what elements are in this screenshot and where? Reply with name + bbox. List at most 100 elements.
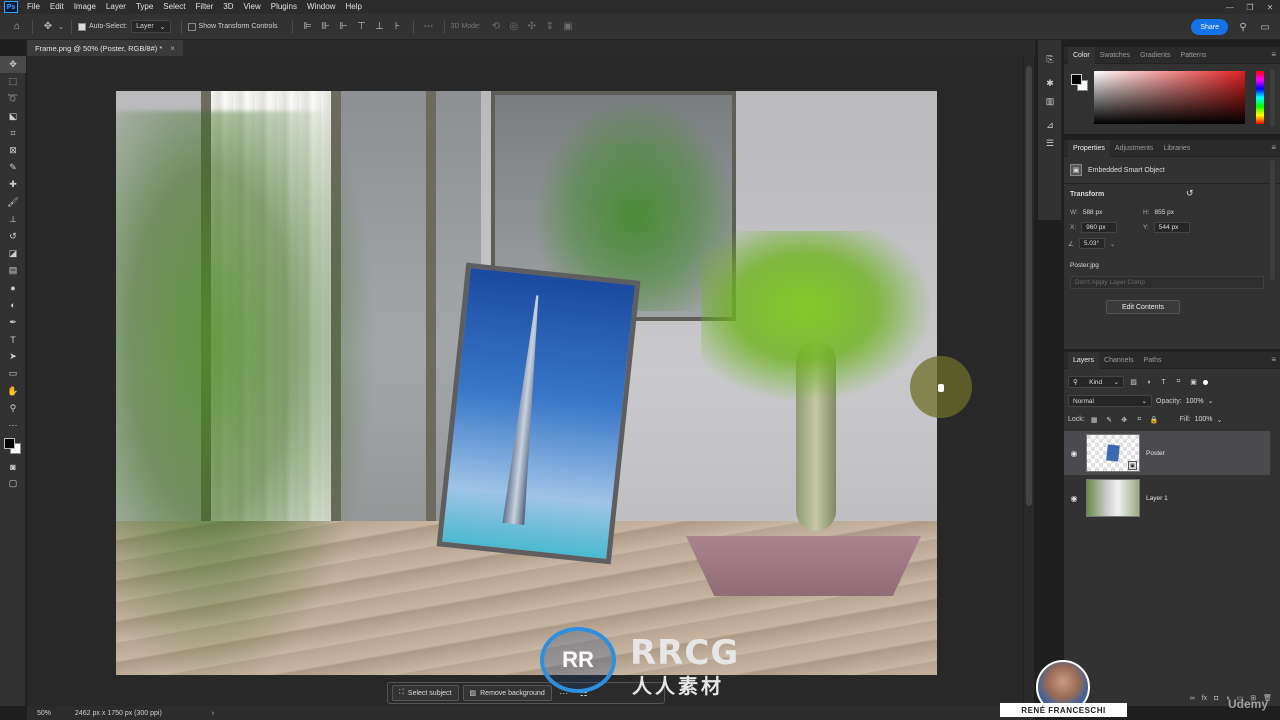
panel-menu-icon[interactable]: ≡ bbox=[1271, 355, 1276, 364]
search-icon[interactable]: ⚲ bbox=[1234, 18, 1252, 36]
screen-mode-icon[interactable]: ▢ bbox=[0, 475, 26, 492]
document-tab[interactable]: Frame.png @ 50% (Poster, RGB/8#) * × bbox=[27, 40, 183, 56]
layer-style-icon[interactable]: fx bbox=[1202, 695, 1207, 702]
panel-scrollbar[interactable] bbox=[1270, 69, 1275, 127]
layer-thumbnail[interactable] bbox=[1086, 479, 1140, 517]
zoom-tool-icon[interactable]: ⚲ bbox=[0, 400, 26, 417]
tab-paths[interactable]: Paths bbox=[1139, 352, 1167, 369]
filter-shape-icon[interactable]: ⌗ bbox=[1173, 377, 1184, 388]
gradient-tool-icon[interactable]: ▤ bbox=[0, 262, 26, 279]
frame-tool-icon[interactable]: ⊠ bbox=[0, 142, 26, 159]
lock-artboard-icon[interactable]: ⌗ bbox=[1134, 414, 1145, 425]
canvas-vertical-scrollbar[interactable] bbox=[1024, 56, 1034, 706]
object-selection-tool-icon[interactable]: ⬕ bbox=[0, 108, 26, 125]
panel-menu-icon[interactable]: ≡ bbox=[1271, 143, 1276, 152]
menu-file[interactable]: File bbox=[22, 0, 45, 14]
filter-adjustment-icon[interactable]: ◑ bbox=[1143, 377, 1154, 388]
reset-transform-icon[interactable]: ↺ bbox=[1186, 188, 1194, 199]
menu-filter[interactable]: Filter bbox=[191, 0, 219, 14]
menu-3d[interactable]: 3D bbox=[218, 0, 238, 14]
edit-contents-button[interactable]: Edit Contents bbox=[1106, 300, 1180, 314]
tab-layers[interactable]: Layers bbox=[1068, 351, 1100, 369]
menu-window[interactable]: Window bbox=[302, 0, 340, 14]
panel-scrollbar[interactable] bbox=[1270, 160, 1275, 280]
workspace-icon[interactable]: ▭ bbox=[1256, 18, 1274, 36]
panel-menu-icon[interactable]: ≡ bbox=[1271, 50, 1276, 59]
hue-slider[interactable] bbox=[1256, 71, 1264, 124]
document-canvas-image[interactable] bbox=[116, 91, 937, 675]
type-tool-icon[interactable]: T bbox=[0, 331, 26, 348]
healing-brush-tool-icon[interactable]: ✚ bbox=[0, 176, 26, 193]
eraser-tool-icon[interactable]: ◪ bbox=[0, 245, 26, 262]
maximize-icon[interactable]: ❐ bbox=[1240, 0, 1260, 14]
move-tool-preset-icon[interactable]: ✥ bbox=[39, 18, 57, 36]
layer-row-poster[interactable]: ◉ ▣ Poster bbox=[1064, 431, 1270, 475]
width-value[interactable]: 588 px bbox=[1083, 209, 1103, 216]
brush-settings-icon[interactable]: ✱ bbox=[1038, 74, 1062, 92]
hand-tool-icon[interactable]: ✋ bbox=[0, 383, 26, 400]
filter-toggle-icon[interactable] bbox=[1203, 379, 1208, 385]
fill-value[interactable]: 100% bbox=[1195, 416, 1213, 423]
menu-select[interactable]: Select bbox=[158, 0, 190, 14]
tab-libraries[interactable]: Libraries bbox=[1158, 140, 1195, 157]
layer-name[interactable]: Layer 1 bbox=[1146, 495, 1168, 502]
tab-adjustments[interactable]: Adjustments bbox=[1110, 140, 1159, 157]
filter-smart-object-icon[interactable]: ▣ bbox=[1188, 377, 1199, 388]
align-top-icon[interactable]: ⊤ bbox=[353, 18, 371, 36]
properties-sliders-icon[interactable]: ☰ bbox=[1038, 134, 1062, 152]
tab-color[interactable]: Color bbox=[1068, 46, 1095, 64]
color-picker-field[interactable] bbox=[1094, 71, 1245, 124]
history-panel-icon[interactable]: ⎘ bbox=[1038, 50, 1062, 68]
clone-stamp-tool-icon[interactable]: ⊥ bbox=[0, 211, 26, 228]
dodge-tool-icon[interactable]: ◐ bbox=[0, 297, 26, 314]
align-bottom-icon[interactable]: ⊦ bbox=[389, 18, 407, 36]
poster-frame[interactable] bbox=[436, 262, 641, 565]
blur-tool-icon[interactable]: ● bbox=[0, 279, 26, 296]
3d-slide-icon[interactable]: ⇕ bbox=[541, 18, 559, 36]
filter-pixel-icon[interactable]: ▨ bbox=[1128, 377, 1139, 388]
canvas-area[interactable] bbox=[27, 56, 1023, 706]
more-options-icon[interactable]: ⋯ bbox=[420, 18, 438, 36]
layer-row-layer-1[interactable]: ◉ Layer 1 bbox=[1064, 476, 1270, 520]
add-mask-icon[interactable]: ◘ bbox=[1214, 695, 1218, 702]
x-input[interactable]: 960 px bbox=[1081, 222, 1118, 233]
menu-edit[interactable]: Edit bbox=[45, 0, 69, 14]
history-brush-tool-icon[interactable]: ↺ bbox=[0, 228, 26, 245]
scrollbar-thumb[interactable] bbox=[1026, 66, 1032, 506]
close-icon[interactable]: ✕ bbox=[1260, 0, 1280, 14]
path-selection-tool-icon[interactable]: ➤ bbox=[0, 348, 26, 365]
quick-mask-icon[interactable]: ◙ bbox=[0, 458, 26, 475]
chevron-down-icon[interactable]: ⌄ bbox=[1217, 416, 1223, 424]
menu-type[interactable]: Type bbox=[131, 0, 158, 14]
chevron-down-icon[interactable]: ⌄ bbox=[1110, 240, 1115, 248]
foreground-color-swatch[interactable] bbox=[4, 438, 15, 450]
lock-pixels-icon[interactable]: ✎ bbox=[1104, 414, 1115, 425]
tab-gradients[interactable]: Gradients bbox=[1135, 47, 1175, 64]
angle-input[interactable]: 5.03° bbox=[1078, 238, 1105, 249]
status-chevron-icon[interactable]: › bbox=[212, 710, 214, 717]
align-center-h-icon[interactable]: ⊪ bbox=[317, 18, 335, 36]
menu-layer[interactable]: Layer bbox=[101, 0, 131, 14]
chevron-down-icon[interactable]: ⌄ bbox=[1208, 397, 1214, 405]
minimize-icon[interactable]: — bbox=[1220, 0, 1240, 14]
close-tab-icon[interactable]: × bbox=[170, 44, 175, 53]
layer-name[interactable]: Poster bbox=[1146, 450, 1165, 457]
zoom-level[interactable]: 50% bbox=[27, 710, 65, 717]
tab-patterns[interactable]: Patterns bbox=[1175, 47, 1211, 64]
show-transform-checkbox[interactable] bbox=[187, 22, 196, 31]
adjustments-icon[interactable]: ⊿ bbox=[1038, 116, 1062, 134]
foreground-background-swatches[interactable] bbox=[0, 434, 26, 458]
select-subject-button[interactable]: ⛶ Select subject bbox=[392, 685, 459, 701]
align-left-icon[interactable]: ⊫ bbox=[299, 18, 317, 36]
chevron-down-icon[interactable]: ⌄ bbox=[57, 18, 65, 36]
lock-all-icon[interactable]: 🔒 bbox=[1149, 414, 1160, 425]
blend-mode-dropdown[interactable]: Normal ⌄ bbox=[1068, 395, 1152, 407]
move-tool-icon[interactable]: ✥ bbox=[0, 56, 26, 74]
tab-swatches[interactable]: Swatches bbox=[1095, 47, 1135, 64]
menu-help[interactable]: Help bbox=[340, 0, 366, 14]
height-value[interactable]: 855 px bbox=[1155, 209, 1175, 216]
share-button[interactable]: Share bbox=[1191, 19, 1228, 35]
menu-image[interactable]: Image bbox=[69, 0, 101, 14]
auto-select-checkbox[interactable] bbox=[78, 22, 86, 31]
visibility-eye-icon[interactable]: ◉ bbox=[1064, 449, 1084, 458]
